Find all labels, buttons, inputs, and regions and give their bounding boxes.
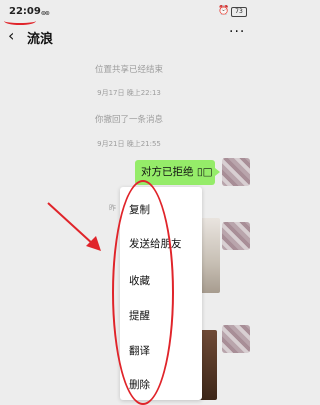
partial-message-text: 昨: [109, 204, 116, 212]
back-icon[interactable]: ‹: [8, 26, 14, 45]
timestamp: 9月21日 晚上21:55: [97, 140, 161, 148]
system-message-recalled: 你撤回了一条消息: [94, 115, 163, 125]
chat-title: 流浪: [27, 32, 54, 47]
alarm-icon: ⏰: [218, 6, 230, 16]
menu-item-delete[interactable]: 删除: [129, 377, 150, 392]
battery-icon: 73: [231, 7, 247, 17]
avatar[interactable]: [222, 222, 250, 250]
battery-level: 73: [235, 8, 243, 15]
menu-item-send-to-friend[interactable]: 发送给朋友: [129, 236, 182, 251]
status-time: 22:09: [9, 6, 41, 17]
system-message-location-ended: 位置共享已经结束: [94, 65, 163, 75]
menu-item-favorite[interactable]: 收藏: [129, 273, 150, 288]
menu-item-translate[interactable]: 翻译: [129, 343, 150, 358]
chat-header: ‹ 流浪 ···: [0, 22, 258, 50]
status-bar: 22:09 ๏๏ ⏰ 73: [0, 0, 258, 25]
timestamp: 9月17日 晚上22:13: [97, 89, 161, 97]
menu-item-copy[interactable]: 复制: [129, 202, 150, 217]
message-bubble[interactable]: 对方已拒绝 ▯□: [135, 160, 220, 185]
more-icon[interactable]: ···: [229, 24, 245, 40]
avatar[interactable]: [222, 158, 250, 186]
menu-item-remind[interactable]: 提醒: [129, 308, 150, 323]
avatar[interactable]: [222, 325, 250, 353]
signal-icon: ๏๏: [41, 8, 50, 17]
context-menu: 复制 发送给朋友 收藏 提醒 翻译 删除: [120, 187, 202, 400]
